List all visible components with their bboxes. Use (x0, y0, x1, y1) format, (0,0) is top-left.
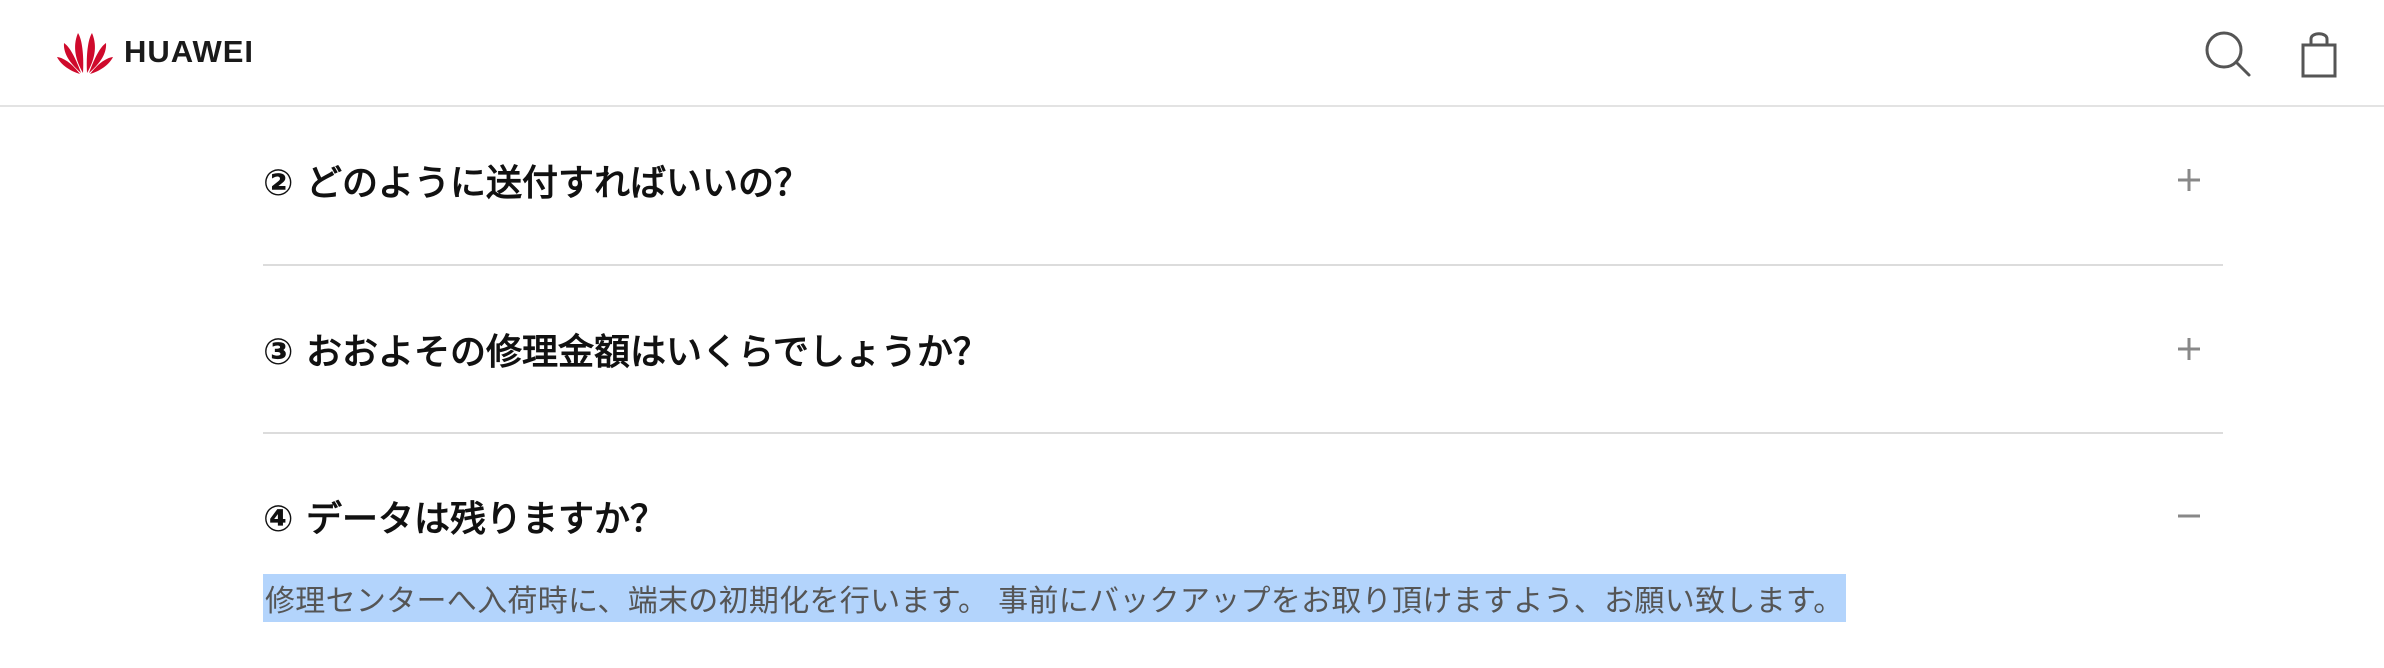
faq-question-toggle[interactable]: ④ データは残りますか？ (263, 486, 2223, 546)
huawei-flower-icon (57, 33, 113, 74)
minus-icon[interactable] (2175, 502, 2203, 530)
site-header: HUAWEI (0, 0, 2384, 107)
shopping-bag-icon[interactable] (2294, 28, 2346, 80)
plus-icon[interactable] (2175, 335, 2203, 363)
faq-divider (263, 432, 2223, 434)
huawei-logo[interactable]: HUAWEI (56, 24, 254, 80)
faq-answer-text: 修理センターへ入荷時に、端末の初期化を行います。 事前にバックアップをお取り頂け… (263, 574, 1846, 622)
faq-question-text: ③ おおよその修理金額はいくらでしょうか？ (263, 332, 989, 373)
faq-question-text: ② どのように送付すればいいの？ (263, 163, 811, 204)
faq-divider (263, 264, 2223, 266)
faq-question-text: ④ データは残りますか？ (263, 499, 667, 540)
faq-question-toggle[interactable]: ③ おおよその修理金額はいくらでしょうか？ (263, 319, 2223, 379)
brand-name: HUAWEI (124, 34, 254, 69)
faq-question-toggle[interactable]: ② どのように送付すればいいの？ (263, 150, 2223, 210)
search-icon[interactable] (2202, 28, 2254, 80)
plus-icon[interactable] (2175, 166, 2203, 194)
